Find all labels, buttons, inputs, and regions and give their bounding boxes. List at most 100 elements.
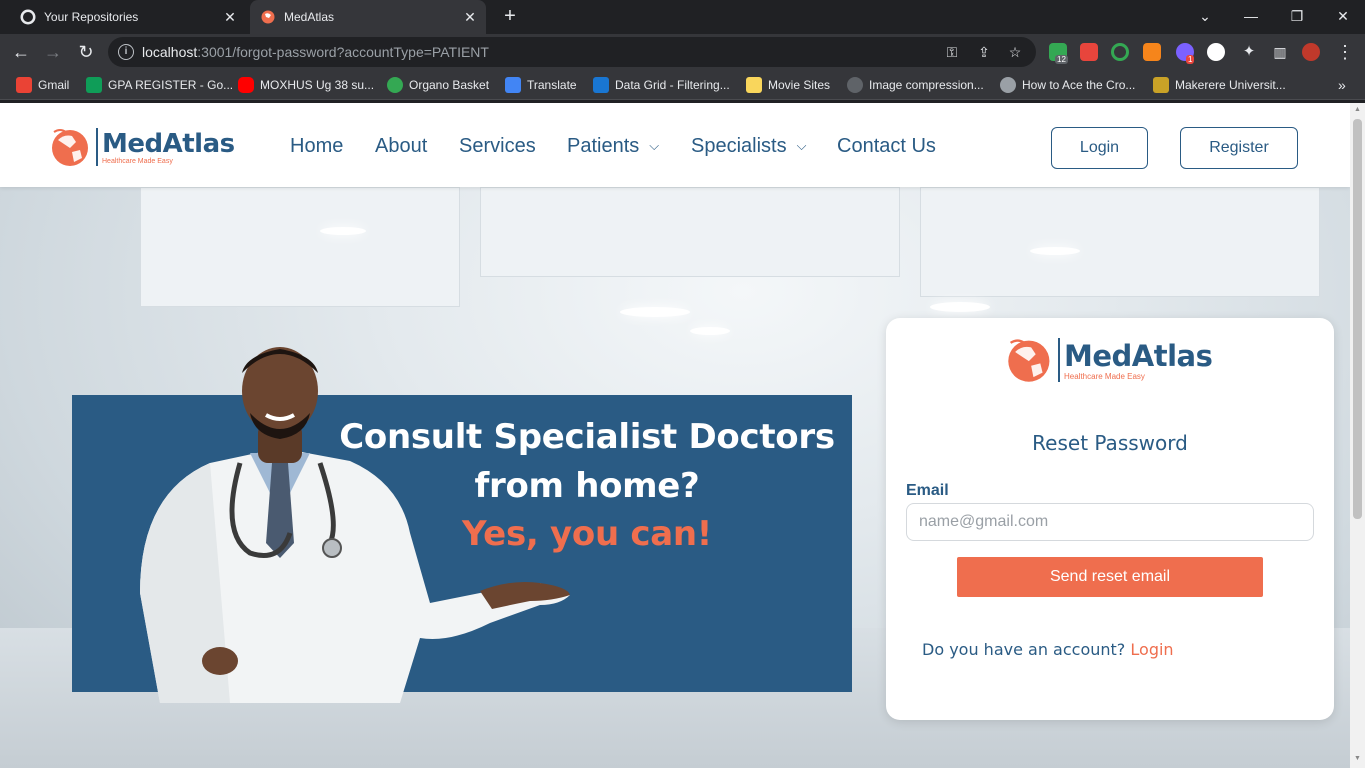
- youtube-icon: [238, 77, 254, 93]
- restore-icon[interactable]: ❐: [1274, 0, 1320, 34]
- ceiling-light: [930, 302, 990, 312]
- scroll-up-icon[interactable]: ▲: [1353, 106, 1362, 116]
- extension-alert-badge: 1: [1186, 55, 1195, 64]
- card-logo: MedAtlas Healthcare Made Easy: [1006, 336, 1213, 384]
- github-icon: [20, 9, 36, 25]
- bookmark-makerere[interactable]: Makerere Universit...: [1153, 76, 1286, 94]
- bookmark-gmail[interactable]: Gmail: [16, 76, 69, 94]
- tab-medatlas[interactable]: MedAtlas ✕: [250, 0, 486, 34]
- chevron-down-icon: ⌵: [649, 138, 660, 153]
- site-header: MedAtlas Healthcare Made Easy Home About…: [0, 103, 1350, 187]
- reset-password-card: MedAtlas Healthcare Made Easy Reset Pass…: [886, 318, 1334, 720]
- close-tab-icon[interactable]: ✕: [460, 9, 480, 26]
- bookmarks-bar: Gmail GPA REGISTER - Go... MOXHUS Ug 38 …: [0, 70, 1365, 100]
- ceiling-panel: [920, 187, 1320, 297]
- url-text[interactable]: localhost:3001/forgot-password?accountTy…: [142, 44, 489, 60]
- tab-title: MedAtlas: [284, 10, 335, 24]
- browser-tab-strip: Your Repositories ✕ MedAtlas ✕ + ⌄ — ❐ ✕: [0, 0, 1365, 34]
- extension-badge: 12: [1055, 55, 1068, 64]
- profile-avatar[interactable]: [1302, 43, 1320, 61]
- logo-divider: [96, 128, 98, 166]
- back-icon[interactable]: ←: [8, 39, 34, 65]
- ceiling-light: [690, 327, 730, 335]
- tab-search-icon[interactable]: ⌄: [1182, 0, 1228, 34]
- forward-icon[interactable]: →: [40, 39, 66, 65]
- nav-specialists[interactable]: Specialists ⌵: [691, 135, 806, 158]
- eye-icon: [1000, 77, 1016, 93]
- bookmark-image-compression[interactable]: Image compression...: [847, 76, 984, 94]
- globe-logo-icon: [52, 129, 88, 166]
- ceiling-panel: [140, 187, 460, 307]
- email-input[interactable]: [906, 503, 1314, 541]
- reset-password-title: Reset Password: [1032, 431, 1188, 455]
- email-label: Email: [906, 482, 949, 499]
- mui-icon: [593, 77, 609, 93]
- close-tab-icon[interactable]: ✕: [220, 9, 240, 26]
- menu-kebab-icon[interactable]: ⋮: [1332, 39, 1358, 65]
- drive-extension-icon[interactable]: [1207, 43, 1225, 61]
- login-link[interactable]: Login: [1130, 640, 1173, 659]
- organo-icon: [387, 77, 403, 93]
- gmail-icon: [16, 77, 32, 93]
- extensions-puzzle-icon[interactable]: ✦: [1236, 39, 1262, 65]
- scrollbar-thumb[interactable]: [1353, 119, 1362, 519]
- register-button[interactable]: Register: [1180, 127, 1298, 169]
- ceiling-light: [620, 307, 690, 317]
- sheets-icon: [86, 77, 102, 93]
- page-viewport: MedAtlas Healthcare Made Easy Home About…: [0, 103, 1350, 768]
- logo-tagline: Healthcare Made Easy: [1064, 371, 1145, 381]
- bookmark-organo-basket[interactable]: Organo Basket: [387, 76, 489, 94]
- logo-wordmark: MedAtlas Healthcare Made Easy: [1064, 338, 1213, 381]
- github-icon: [847, 77, 863, 93]
- page-scrollbar[interactable]: ▲ ▼: [1350, 103, 1365, 768]
- translate-icon: [505, 77, 521, 93]
- medatlas-favicon: [260, 9, 276, 25]
- gift-extension-icon[interactable]: [1080, 43, 1098, 61]
- address-bar[interactable]: i localhost:3001/forgot-password?account…: [108, 37, 1036, 67]
- bookmark-translate[interactable]: Translate: [505, 76, 577, 94]
- bookmark-movie-sites[interactable]: Movie Sites: [746, 76, 830, 94]
- nav-patients-label: Patients: [567, 135, 640, 157]
- nav-home[interactable]: Home: [290, 135, 343, 158]
- nav-about[interactable]: About: [375, 135, 427, 158]
- nav-patients[interactable]: Patients ⌵: [567, 135, 659, 158]
- metamask-icon[interactable]: [1143, 43, 1161, 61]
- bookmark-ace-the-cro[interactable]: How to Ace the Cro...: [1000, 76, 1135, 94]
- account-prompt-text: Do you have an account?: [922, 640, 1126, 659]
- nav-specialists-label: Specialists: [691, 135, 787, 157]
- key-icon[interactable]: ⚿: [944, 44, 960, 60]
- tab-title: Your Repositories: [44, 10, 139, 24]
- share-icon[interactable]: ⇪: [976, 44, 992, 60]
- doctor-illustration: [140, 347, 570, 703]
- star-icon[interactable]: ☆: [1007, 44, 1023, 60]
- minimize-icon[interactable]: —: [1228, 0, 1274, 34]
- nav-services[interactable]: Services: [459, 135, 536, 158]
- logo-wordmark: MedAtlas Healthcare Made Easy: [102, 130, 235, 165]
- new-tab-button[interactable]: +: [498, 5, 522, 29]
- tab-your-repositories[interactable]: Your Repositories ✕: [10, 0, 246, 34]
- folder-icon: [746, 77, 762, 93]
- logo-tagline: Healthcare Made Easy: [102, 157, 173, 165]
- ceiling-panel: [480, 187, 900, 277]
- target-extension-icon[interactable]: [1111, 43, 1129, 61]
- site-info-icon[interactable]: i: [118, 44, 134, 60]
- send-reset-email-button[interactable]: Send reset email: [957, 557, 1263, 597]
- makerere-icon: [1153, 77, 1169, 93]
- globe-logo-icon: [1008, 339, 1050, 382]
- site-logo[interactable]: MedAtlas Healthcare Made Easy: [50, 125, 235, 169]
- bookmark-moxhus[interactable]: MOXHUS Ug 38 su...: [238, 76, 374, 94]
- ceiling-light: [1030, 247, 1080, 255]
- side-panel-icon[interactable]: ▥: [1267, 39, 1293, 65]
- close-window-icon[interactable]: ✕: [1320, 0, 1365, 34]
- chevron-down-icon: ⌵: [796, 138, 807, 153]
- nav-contact-us[interactable]: Contact Us: [837, 135, 936, 158]
- login-button[interactable]: Login: [1051, 127, 1148, 169]
- ceiling-light: [320, 227, 366, 235]
- scroll-down-icon[interactable]: ▼: [1353, 755, 1362, 765]
- logo-name: MedAtlas: [1064, 338, 1213, 373]
- bookmark-gpa-register[interactable]: GPA REGISTER - Go...: [86, 76, 233, 94]
- bookmark-data-grid[interactable]: Data Grid - Filtering...: [593, 76, 730, 94]
- account-prompt: Do you have an account? Login: [922, 640, 1174, 659]
- more-bookmarks-icon[interactable]: »: [1338, 76, 1346, 94]
- reload-icon[interactable]: ↻: [73, 39, 99, 65]
